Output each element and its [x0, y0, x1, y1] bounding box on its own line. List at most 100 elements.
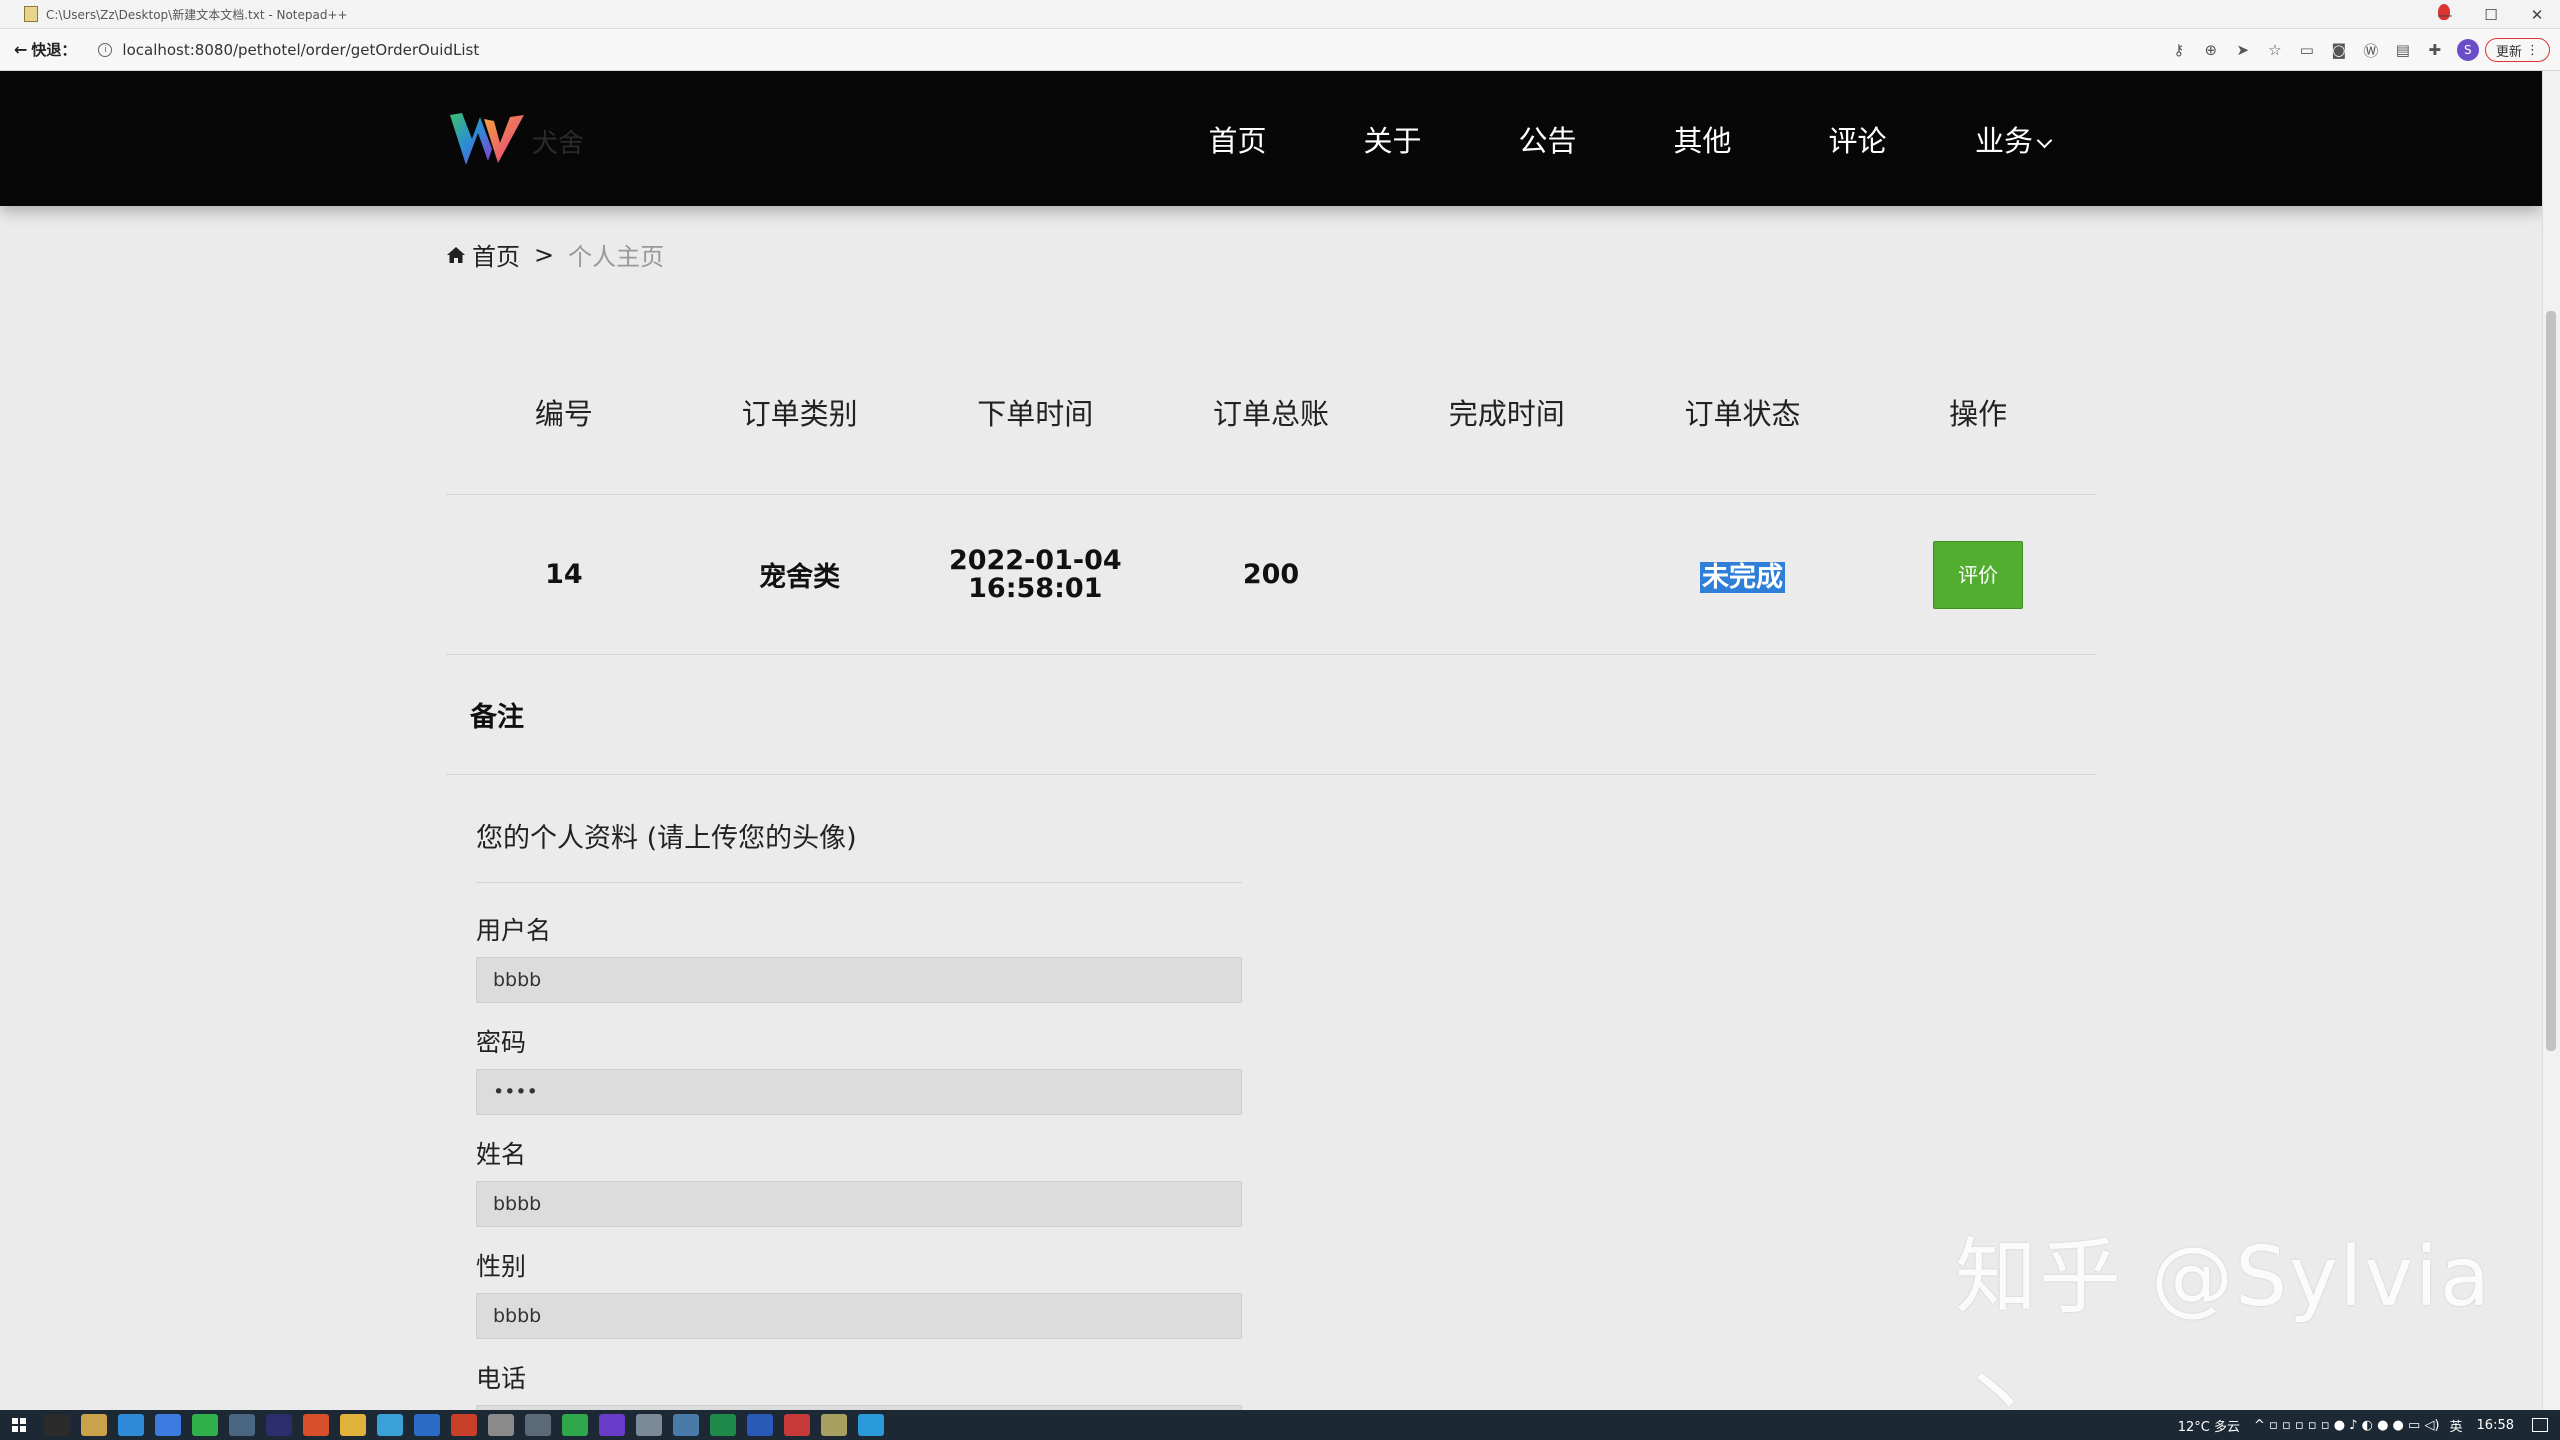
- table-row: 14 宠舍类 2022-01-04 16:58:01 200 未完成 评价: [446, 495, 2096, 655]
- form-field: 用户名 bbbb: [476, 911, 1242, 1003]
- home-icon: [447, 246, 465, 263]
- app-icon[interactable]: [636, 1414, 662, 1436]
- tray-icons[interactable]: ^ ▫ ▫ ▫ ▫ ▫ ● ♪ ◐ ● ● ▭ ◁): [2254, 1418, 2440, 1433]
- order-time-cell: 2022-01-04 16:58:01: [917, 544, 1153, 604]
- app-icon[interactable]: [673, 1414, 699, 1436]
- nav-item-business[interactable]: 业务: [1935, 118, 2090, 160]
- send-icon[interactable]: ➤: [2227, 29, 2259, 71]
- app-icon[interactable]: [118, 1414, 144, 1436]
- password-field[interactable]: ••••: [476, 1069, 1242, 1115]
- taskbar: 12°C 多云 ^ ▫ ▫ ▫ ▫ ▫ ● ♪ ◐ ● ● ▭ ◁) 英 16:…: [0, 1410, 2560, 1440]
- nav-item-business-label: 业务: [1974, 123, 2033, 158]
- evaluate-button[interactable]: 评价: [1933, 540, 2024, 609]
- form-field: 密码 ••••: [476, 1023, 1242, 1115]
- back-label[interactable]: 快退：: [31, 39, 76, 60]
- order-status-text: 未完成: [1699, 562, 1785, 593]
- scrollbar-thumb[interactable]: [2546, 311, 2556, 1051]
- word-icon[interactable]: [747, 1414, 773, 1436]
- site-header: 犬舍 首页 关于 公告 其他 评论 业务: [0, 71, 2542, 206]
- column-header: 订单状态: [1684, 396, 1801, 431]
- system-tray: 12°C 多云 ^ ▫ ▫ ▫ ▫ ▫ ● ♪ ◐ ● ● ▭ ◁) 英 16:…: [2178, 1410, 2560, 1440]
- name-field[interactable]: bbbb: [476, 1181, 1242, 1227]
- nav-item-other[interactable]: 其他: [1625, 118, 1780, 160]
- app-icon[interactable]: [303, 1414, 329, 1436]
- order-status-cell: 未完成: [1625, 555, 1861, 594]
- folder-icon[interactable]: [340, 1414, 366, 1436]
- maximize-button[interactable]: ☐: [2468, 0, 2514, 29]
- column-header: 编号: [534, 396, 593, 431]
- clock[interactable]: 16:58: [2477, 1418, 2514, 1433]
- search-icon[interactable]: [44, 1414, 70, 1436]
- order-time: 16:58:01: [968, 572, 1103, 604]
- app-icon[interactable]: [599, 1414, 625, 1436]
- minimize-button[interactable]: —: [2422, 0, 2468, 29]
- main-nav: 首页 关于 公告 其他 评论 业务: [1160, 71, 2090, 206]
- nav-item-about[interactable]: 关于: [1315, 118, 1470, 160]
- nav-item-comments[interactable]: 评论: [1780, 118, 1935, 160]
- column-header: 订单类别: [741, 396, 858, 431]
- back-arrow-icon[interactable]: ←: [14, 40, 27, 59]
- weather-widget[interactable]: 12°C 多云: [2178, 1416, 2240, 1435]
- address-bar[interactable]: localhost:8080/pethotel/order/getOrderOu…: [122, 41, 479, 59]
- order-table: 编号 订单类别 下单时间 订单总账 完成时间 订单状态 操作 14 宠舍类 20…: [446, 329, 2096, 775]
- profile-form: 您的个人资料 (请上传您的头像) 用户名 bbbb 密码 •••• 姓名 bbb…: [476, 809, 1242, 1410]
- order-total-cell: 200: [1242, 559, 1300, 590]
- watermark: 知乎 @Sylvia丶: [1955, 1230, 2492, 1440]
- logo-text: 犬舍: [532, 129, 585, 159]
- camera-icon[interactable]: ◙: [2323, 29, 2355, 71]
- breadcrumb-separator: >: [534, 240, 555, 269]
- remark-label: 备注: [470, 702, 524, 733]
- extension-screen-icon[interactable]: ▭: [2291, 29, 2323, 71]
- app-icon[interactable]: [377, 1414, 403, 1436]
- username-field[interactable]: bbbb: [476, 957, 1242, 1003]
- order-date: 2022-01-04: [948, 544, 1122, 576]
- close-button[interactable]: ✕: [2514, 0, 2560, 29]
- site-logo[interactable]: [448, 109, 526, 169]
- app-icon[interactable]: [525, 1414, 551, 1436]
- update-button[interactable]: 更新 ⋮: [2484, 38, 2550, 62]
- image-extension-icon[interactable]: ▤: [2387, 29, 2419, 71]
- remark-row: 备注: [446, 655, 2096, 775]
- edge-icon[interactable]: [858, 1414, 884, 1436]
- column-header: 完成时间: [1448, 396, 1565, 431]
- gender-field[interactable]: bbbb: [476, 1293, 1242, 1339]
- key-icon[interactable]: ⚷: [2163, 29, 2195, 71]
- notification-icon[interactable]: [2532, 1418, 2548, 1432]
- form-field: 电话 bbbb: [476, 1359, 1242, 1410]
- ime-indicator[interactable]: 英: [2450, 1416, 2463, 1435]
- form-field: 性别 bbbb: [476, 1247, 1242, 1339]
- app-icon[interactable]: [81, 1414, 107, 1436]
- app-icon[interactable]: [451, 1414, 477, 1436]
- wechat-icon[interactable]: [192, 1414, 218, 1436]
- excel-icon[interactable]: [710, 1414, 736, 1436]
- breadcrumb: 首页 > 个人主页: [446, 237, 664, 272]
- table-header-row: 编号 订单类别 下单时间 订单总账 完成时间 订单状态 操作: [446, 329, 2096, 495]
- update-label: 更新: [2495, 44, 2522, 60]
- app-icon[interactable]: [488, 1414, 514, 1436]
- order-category-cell: 宠舍类: [759, 562, 841, 593]
- site-info-icon[interactable]: i: [98, 42, 113, 57]
- w-extension-icon[interactable]: Ⓦ: [2355, 29, 2387, 71]
- windows-start-icon[interactable]: [12, 1418, 26, 1432]
- chrome-icon[interactable]: [229, 1414, 255, 1436]
- username-label: 用户名: [476, 916, 552, 945]
- nav-item-notice[interactable]: 公告: [1470, 118, 1625, 160]
- password-label: 密码: [476, 1028, 527, 1057]
- app-icon[interactable]: [784, 1414, 810, 1436]
- app-icon[interactable]: [266, 1414, 292, 1436]
- puzzle-extensions-icon[interactable]: ✚: [2419, 29, 2451, 71]
- phone-label: 电话: [476, 1364, 527, 1393]
- zoom-icon[interactable]: ⊕: [2195, 29, 2227, 71]
- star-icon[interactable]: ☆: [2259, 29, 2291, 71]
- app-icon[interactable]: [414, 1414, 440, 1436]
- nav-item-home[interactable]: 首页: [1160, 118, 1315, 160]
- app-icon[interactable]: [562, 1414, 588, 1436]
- window-titlebar: C:\Users\Zz\Desktop\新建文本文档.txt - Notepad…: [0, 0, 2560, 29]
- app-icon[interactable]: [155, 1414, 181, 1436]
- profile-title: 您的个人资料 (请上传您的头像): [476, 809, 1242, 883]
- notepadpp-icon[interactable]: [821, 1414, 847, 1436]
- profile-avatar[interactable]: S: [2456, 39, 2479, 61]
- breadcrumb-home-link[interactable]: 首页: [472, 237, 520, 272]
- name-label: 姓名: [476, 1140, 527, 1169]
- column-header: 订单总账: [1213, 396, 1330, 431]
